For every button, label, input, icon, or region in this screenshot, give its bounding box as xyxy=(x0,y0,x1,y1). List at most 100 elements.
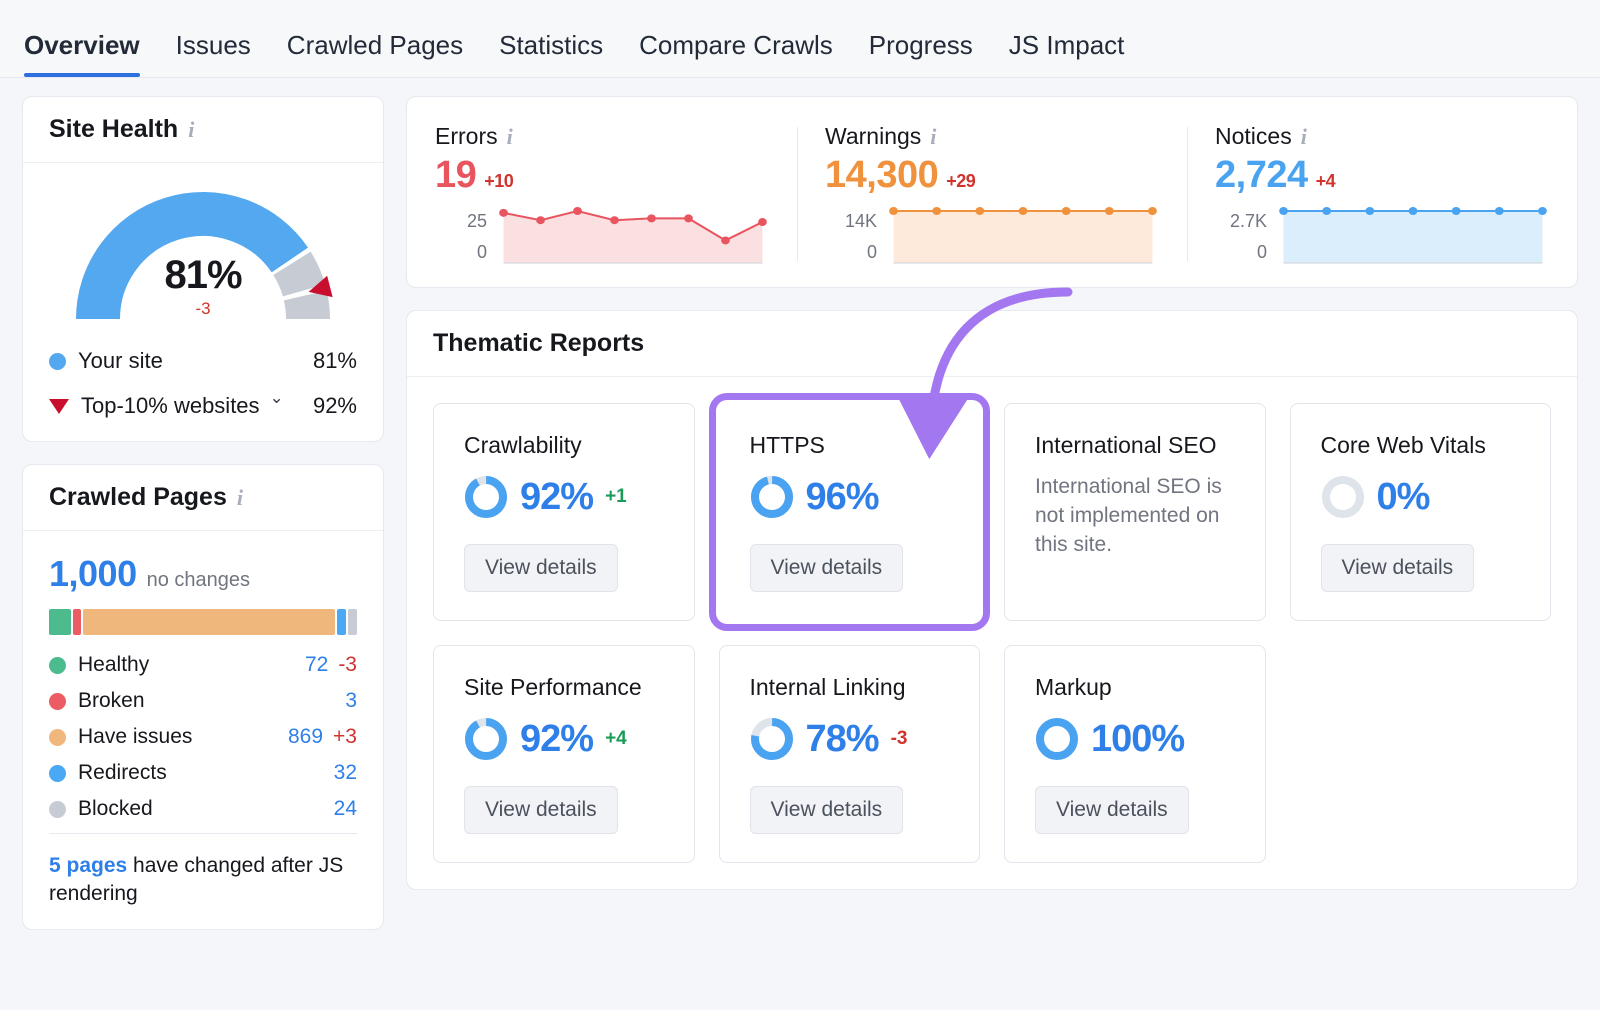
thematic-card-title: Internal Linking xyxy=(750,674,950,701)
site-health-legend-value: 81% xyxy=(313,348,357,374)
thematic-card-delta: -3 xyxy=(891,728,908,750)
crawled-pages-item-value: 869 xyxy=(288,725,323,749)
sparkline-y-tick: 0 xyxy=(1215,242,1267,263)
thematic-card-core-web-vitals[interactable]: Core Web Vitals0%View details xyxy=(1290,403,1552,621)
crawled-pages-change-note: no changes xyxy=(147,569,250,592)
crawled-pages-list-item[interactable]: Blocked24 xyxy=(49,797,357,821)
thematic-reports-row: Site Performance92%+4View detailsInterna… xyxy=(433,645,1551,863)
issue-stats-strip: Errorsi19+10250Warningsi14,300+2914K0Not… xyxy=(407,97,1577,287)
thematic-card-crawlability[interactable]: Crawlability 92%+1 View details xyxy=(433,403,695,621)
thematic-card-title: Crawlability xyxy=(464,432,664,459)
js-rendering-link[interactable]: 5 pages xyxy=(49,854,127,877)
crawled-pages-list-item[interactable]: Healthy72-3 xyxy=(49,653,357,677)
score-donut-icon xyxy=(750,717,794,761)
stat-header: Notices i xyxy=(1215,123,1549,150)
js-rendering-note: 5 pages have changed after JS rendering xyxy=(49,852,357,909)
stat-value-row: 2,724+4 xyxy=(1215,154,1549,197)
thematic-card-internal-linking[interactable]: Internal Linking 78% -3 View details xyxy=(719,645,981,863)
site-health-title: Site Health xyxy=(49,115,178,144)
main-tab-bar: Overview Issues Crawled Pages Statistics Com… xyxy=(0,0,1600,78)
thematic-card-title: HTTPS xyxy=(750,432,950,459)
thematic-card-score-row: 100% xyxy=(1035,717,1235,761)
site-health-legend: Your site81%Top-10% websites⌄92% xyxy=(49,348,357,419)
thematic-card-score-row: 0% xyxy=(1321,475,1521,519)
site-health-header: Site Health i xyxy=(23,97,383,163)
view-details-button[interactable]: View details xyxy=(464,544,618,592)
tab-crawled-pages[interactable]: Crawled Pages xyxy=(287,30,463,77)
crawled-pages-list-item[interactable]: Broken3 xyxy=(49,689,357,713)
stat-delta: +10 xyxy=(484,171,513,192)
stat-header: Errorsi xyxy=(435,123,769,150)
thematic-card-https[interactable]: HTTPS 96% View details xyxy=(719,403,981,621)
stat-value-row: 14,300+29 xyxy=(825,154,1159,197)
crawled-pages-item-delta: -3 xyxy=(338,653,357,677)
thematic-card-markup[interactable]: Markup100%View details xyxy=(1004,645,1266,863)
stat-label: Errors xyxy=(435,123,498,150)
stat-value-row: 19 +10 xyxy=(435,154,769,197)
crawled-pages-body: 1,000 no changes Healthy72-3 Broken3 Have … xyxy=(23,531,383,929)
stat-label: Notices xyxy=(1215,123,1292,150)
thematic-card-score-row: 96% xyxy=(750,475,950,519)
stat-delta: +4 xyxy=(1316,171,1336,192)
thematic-card-score: 96% xyxy=(806,476,879,519)
thematic-card-site-performance[interactable]: Site Performance92%+4View details xyxy=(433,645,695,863)
crawled-pages-list-item[interactable]: Redirects32 xyxy=(49,761,357,785)
crawled-pages-list-item[interactable]: Have issues869+3 xyxy=(49,725,357,749)
view-details-button[interactable]: View details xyxy=(1035,786,1189,834)
thematic-card-score-row: 92%+4 xyxy=(464,717,664,761)
thematic-card-score: 100% xyxy=(1091,718,1184,761)
tab-overview[interactable]: Overview xyxy=(24,30,140,77)
view-details-button[interactable]: View details xyxy=(1321,544,1475,592)
stat-label: Warnings xyxy=(825,123,921,150)
tab-statistics[interactable]: Statistics xyxy=(499,30,603,77)
sparkline-y-tick: 14K xyxy=(825,211,877,232)
info-icon[interactable]: i xyxy=(237,487,243,509)
thematic-card-score: 92% xyxy=(520,718,593,761)
info-icon[interactable]: i xyxy=(507,126,513,148)
score-donut-icon xyxy=(1035,717,1079,761)
crawled-pages-header: Crawled Pages i xyxy=(23,465,383,531)
score-donut-icon xyxy=(464,717,508,761)
sparkline-y-tick: 0 xyxy=(435,242,487,263)
sparkline-y-axis: 14K0 xyxy=(825,203,877,265)
crawled-pages-bar-segment xyxy=(83,609,335,635)
sparkline-y-tick: 25 xyxy=(435,211,487,232)
stat-sparkline: 250 xyxy=(435,203,769,265)
tab-progress[interactable]: Progress xyxy=(869,30,973,77)
score-donut-icon xyxy=(750,475,794,519)
stat-value: 14,300 xyxy=(825,154,938,197)
sparkline-svg xyxy=(887,203,1159,265)
view-details-button[interactable]: View details xyxy=(750,786,904,834)
thematic-reports-header: Thematic Reports xyxy=(407,311,1577,377)
crawled-pages-stacked-bar xyxy=(49,609,357,635)
thematic-card-score-row: 78% -3 xyxy=(750,717,950,761)
tab-js-impact[interactable]: JS Impact xyxy=(1009,30,1125,77)
thematic-reports-panel: Thematic Reports Crawlability92%+1View d… xyxy=(406,310,1578,890)
legend-dot-icon xyxy=(49,353,66,370)
thematic-card-score: 78% xyxy=(806,718,879,761)
chevron-down-icon[interactable]: ⌄ xyxy=(270,388,284,408)
site-health-legend-row[interactable]: Top-10% websites⌄92% xyxy=(49,393,357,419)
thematic-card-score-row: 92%+1 xyxy=(464,475,664,519)
crawled-pages-breakdown-list: Healthy72-3 Broken3 Have issues869+3 Redire… xyxy=(49,653,357,821)
site-health-delta: -3 xyxy=(49,299,357,319)
thematic-card-international-seo[interactable]: International SEOInternational SEO is no… xyxy=(1004,403,1266,621)
info-icon[interactable]: i xyxy=(188,119,194,141)
crawled-pages-bar-segment xyxy=(348,609,357,635)
tab-compare-crawls[interactable]: Compare Crawls xyxy=(639,30,833,77)
stat-sparkline: 14K0 xyxy=(825,203,1159,265)
crawled-pages-item-value: 3 xyxy=(345,689,357,713)
view-details-button[interactable]: View details xyxy=(464,786,618,834)
crawled-pages-count: 1,000 xyxy=(49,553,137,595)
thematic-card-delta: +1 xyxy=(605,486,627,508)
sparkline-svg xyxy=(1277,203,1549,265)
dashboard-body: Site Health i 81% -3 xyxy=(0,78,1600,1010)
info-icon[interactable]: i xyxy=(1301,126,1307,148)
tab-issues[interactable]: Issues xyxy=(176,30,251,77)
stat-value: 19 xyxy=(435,154,476,197)
site-health-gauge: 81% -3 xyxy=(49,179,357,329)
legend-dot-icon xyxy=(49,765,66,782)
info-icon[interactable]: i xyxy=(930,126,936,148)
score-donut-icon xyxy=(1321,475,1365,519)
view-details-button[interactable]: View details xyxy=(750,544,904,592)
